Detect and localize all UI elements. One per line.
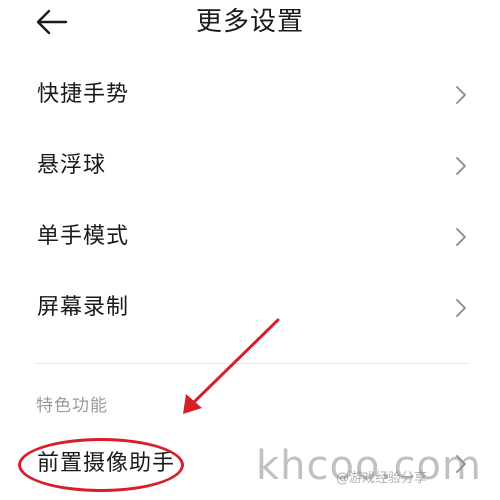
menu-item-label: 悬浮球 <box>37 153 107 178</box>
section-divider <box>36 363 469 364</box>
menu-item-one-handed-mode[interactable]: 单手模式 <box>0 207 500 267</box>
page-title: 更多设置 <box>195 7 304 37</box>
menu-item-label: 快捷手势 <box>37 82 130 107</box>
menu-item-front-camera-assistant[interactable]: 前置摄像助手 <box>0 434 500 494</box>
chevron-right-icon <box>454 84 468 106</box>
menu-item-floating-ball[interactable]: 悬浮球 <box>0 136 500 196</box>
section-title: 特色功能 <box>36 396 108 416</box>
menu-item-screen-recording[interactable]: 屏幕录制 <box>0 278 500 338</box>
header-bar: 更多设置 <box>0 0 500 50</box>
menu-item-quick-gestures[interactable]: 快捷手势 <box>0 65 500 125</box>
chevron-right-icon <box>454 453 468 475</box>
menu-item-label: 屏幕录制 <box>37 295 130 320</box>
menu-item-label: 单手模式 <box>37 224 130 249</box>
chevron-right-icon <box>454 297 468 319</box>
menu-item-label: 前置摄像助手 <box>37 451 176 476</box>
chevron-right-icon <box>454 226 468 248</box>
chevron-right-icon <box>454 155 468 177</box>
